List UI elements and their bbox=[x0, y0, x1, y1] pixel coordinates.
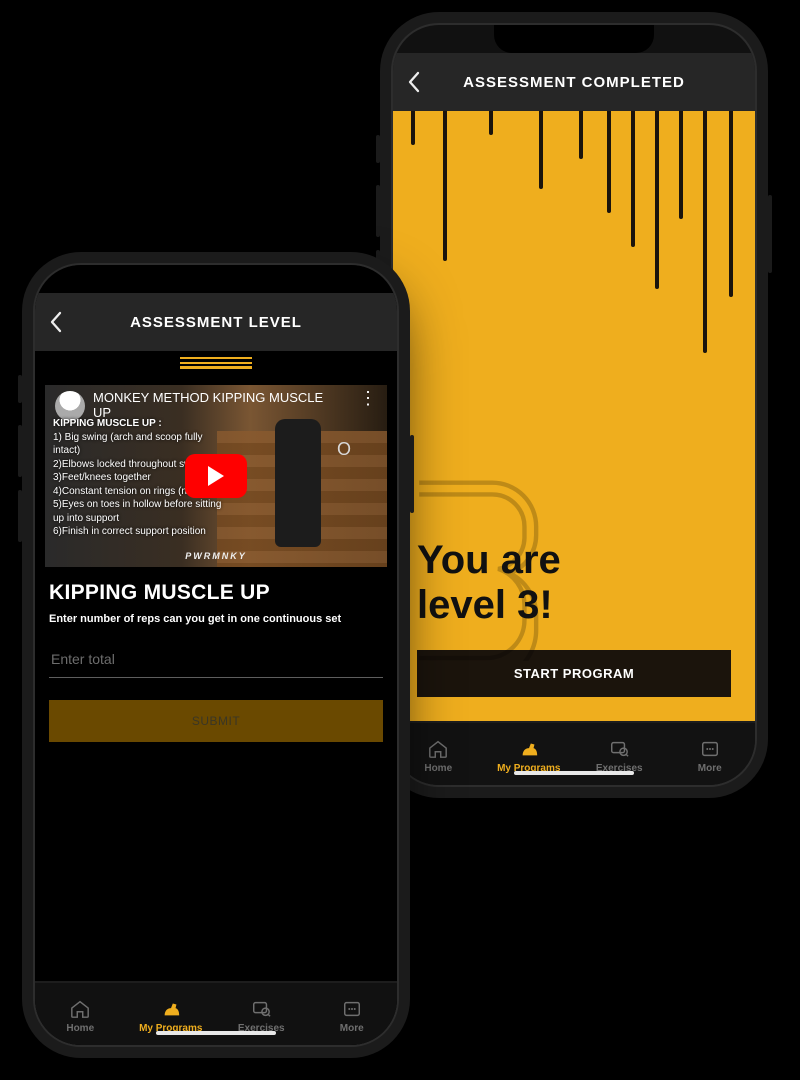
steps-heading: KIPPING MUSCLE UP : bbox=[53, 417, 227, 431]
tab-label: Home bbox=[66, 1023, 94, 1034]
arm-icon bbox=[160, 999, 182, 1019]
exercise-help-text: Enter number of reps can you get in one … bbox=[49, 613, 383, 625]
step: 6)Finish in correct support position bbox=[53, 525, 227, 539]
home-icon bbox=[427, 739, 449, 759]
home-icon bbox=[69, 999, 91, 1019]
submit-button[interactable]: SUBMIT bbox=[49, 700, 383, 742]
tab-more[interactable]: More bbox=[665, 723, 756, 785]
tab-label: Home bbox=[424, 763, 452, 774]
home-indicator[interactable] bbox=[156, 1031, 276, 1035]
screen-right: ASSESSMENT COMPLETED You are level 3! ST… bbox=[393, 25, 755, 785]
more-icon bbox=[341, 999, 363, 1019]
screen-left: ASSESSMENT LEVEL O O MONKEY METHOD KIPPI… bbox=[35, 265, 397, 1045]
tab-home[interactable]: Home bbox=[35, 983, 126, 1045]
assessment-result-panel: You are level 3! START PROGRAM bbox=[393, 111, 755, 721]
header: ASSESSMENT COMPLETED bbox=[393, 53, 755, 111]
header-title: ASSESSMENT COMPLETED bbox=[463, 74, 685, 91]
header-title: ASSESSMENT LEVEL bbox=[130, 314, 302, 331]
tab-home[interactable]: Home bbox=[393, 723, 484, 785]
tab-label: More bbox=[340, 1023, 364, 1034]
tab-exercises[interactable]: Exercises bbox=[216, 983, 307, 1045]
more-icon bbox=[699, 739, 721, 759]
play-icon[interactable] bbox=[185, 454, 247, 498]
arm-icon bbox=[518, 739, 540, 759]
tab-label: More bbox=[698, 763, 722, 774]
tab-more[interactable]: More bbox=[307, 983, 398, 1045]
back-icon[interactable] bbox=[407, 71, 420, 93]
exercises-icon bbox=[608, 739, 630, 759]
level-line2: level 3! bbox=[417, 583, 553, 627]
video-thumbnail[interactable]: O O MONKEY METHOD KIPPING MUSCLE UP ⋮ KI… bbox=[45, 385, 387, 567]
tab-my-programs[interactable]: My Programs bbox=[484, 723, 575, 785]
drip-graphic bbox=[393, 111, 755, 361]
tab-my-programs[interactable]: My Programs bbox=[126, 983, 217, 1045]
tab-bar: Home My Programs Exercises More bbox=[35, 981, 397, 1045]
accent-lines bbox=[180, 357, 252, 369]
back-icon[interactable] bbox=[49, 311, 62, 333]
tab-bar: Home My Programs Exercises More bbox=[393, 721, 755, 785]
video-brand: PWRMNKY bbox=[185, 551, 247, 561]
phone-right: ASSESSMENT COMPLETED You are level 3! ST… bbox=[393, 25, 755, 785]
home-indicator[interactable] bbox=[514, 771, 634, 775]
tab-exercises[interactable]: Exercises bbox=[574, 723, 665, 785]
exercise-title: KIPPING MUSCLE UP bbox=[49, 581, 383, 605]
reps-input[interactable] bbox=[49, 643, 383, 678]
level-result-text: You are level 3! bbox=[417, 538, 731, 628]
phone-left: ASSESSMENT LEVEL O O MONKEY METHOD KIPPI… bbox=[35, 265, 397, 1045]
step: 5)Eyes on toes in hollow before sitting … bbox=[53, 498, 227, 525]
video-menu-icon[interactable]: ⋮ bbox=[359, 395, 377, 402]
level-line1: You are bbox=[417, 538, 561, 582]
exercises-icon bbox=[250, 999, 272, 1019]
header: ASSESSMENT LEVEL bbox=[35, 293, 397, 351]
